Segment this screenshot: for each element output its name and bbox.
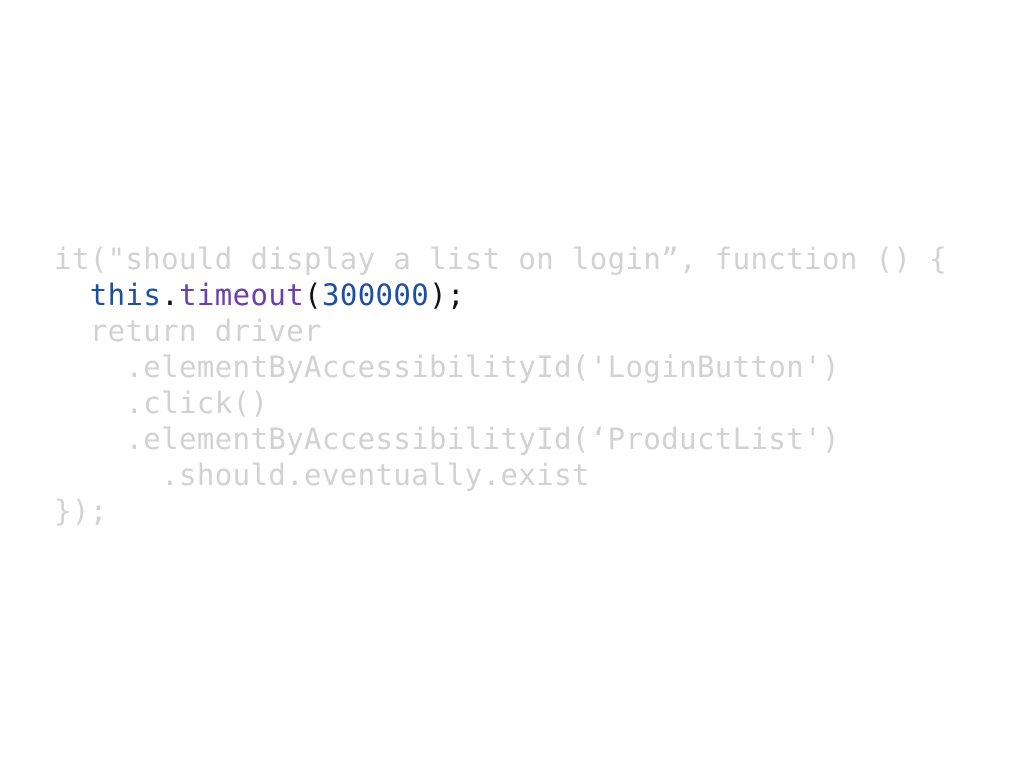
code-snippet: it("should display a list on login”, fun… (54, 241, 947, 529)
code-line-it-declaration: it("should display a list on login”, fun… (54, 242, 947, 276)
code-line-timeout-highlighted: this.timeout(300000); (54, 277, 947, 313)
code-line-product-list: .elementByAccessibilityId(‘ProductList') (54, 422, 840, 456)
code-line-click: .click() (54, 386, 269, 420)
member-dot: . (161, 278, 180, 312)
this-keyword: this (89, 278, 162, 312)
code-line-closing: }); (54, 494, 108, 528)
close-paren-semicolon: ); (429, 278, 465, 312)
code-line-return-driver: return driver (54, 314, 322, 348)
timeout-value: 300000 (321, 278, 430, 312)
open-paren: ( (304, 278, 322, 312)
code-line-login-button: .elementByAccessibilityId('LoginButton') (54, 350, 840, 384)
code-line-should-exist: .should.eventually.exist (54, 458, 590, 492)
code-slide: it("should display a list on login”, fun… (0, 0, 1024, 768)
timeout-method: timeout (179, 278, 305, 312)
